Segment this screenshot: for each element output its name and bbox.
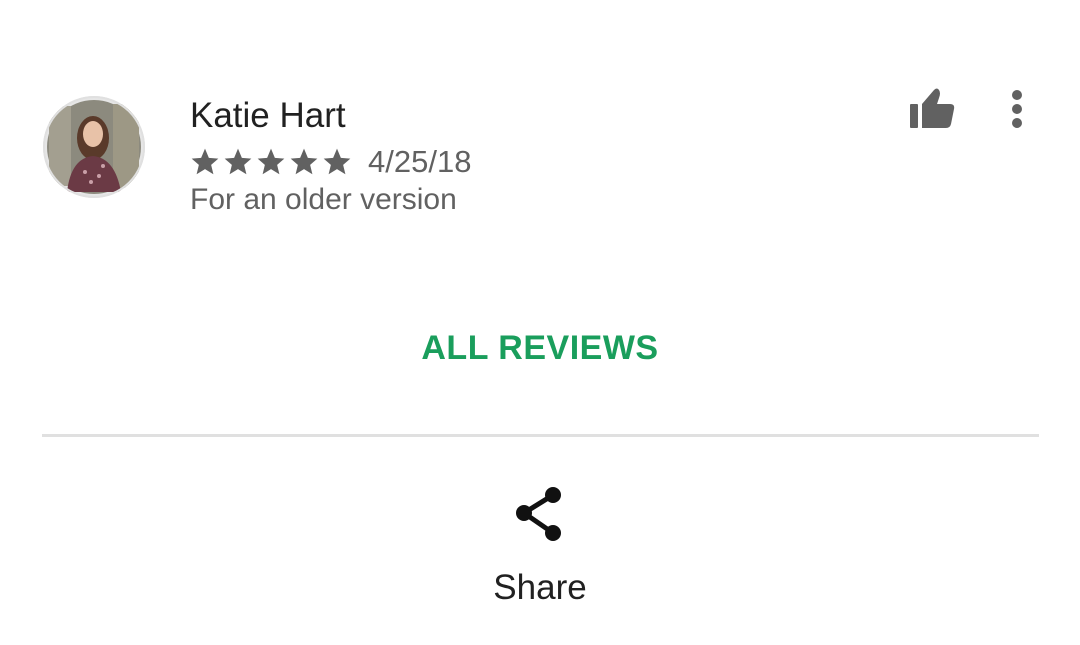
version-note: For an older version bbox=[190, 183, 457, 216]
review-card: Katie Hart 4/25/18 For an older version bbox=[0, 0, 1080, 260]
rating-row: 4/25/18 bbox=[189, 142, 471, 182]
thumbs-up-icon bbox=[910, 88, 955, 128]
helpful-button[interactable] bbox=[906, 86, 958, 134]
divider bbox=[42, 434, 1039, 437]
share-button[interactable]: Share bbox=[440, 478, 640, 618]
review-date: 4/25/18 bbox=[368, 144, 472, 179]
star-icon bbox=[224, 148, 252, 175]
star-icon bbox=[257, 148, 285, 175]
share-icon bbox=[516, 487, 561, 541]
share-label: Share bbox=[493, 568, 587, 607]
all-reviews-button[interactable]: ALL REVIEWS bbox=[0, 322, 1080, 374]
review-author: Katie Hart bbox=[190, 96, 346, 135]
star-icon bbox=[191, 148, 219, 175]
star-rating bbox=[189, 146, 354, 178]
more-options-button[interactable] bbox=[998, 86, 1036, 134]
more-vert-icon bbox=[1012, 90, 1022, 128]
star-icon bbox=[323, 148, 351, 175]
avatar[interactable] bbox=[43, 96, 145, 198]
avatar-photo bbox=[43, 96, 145, 198]
star-icon bbox=[290, 148, 318, 175]
